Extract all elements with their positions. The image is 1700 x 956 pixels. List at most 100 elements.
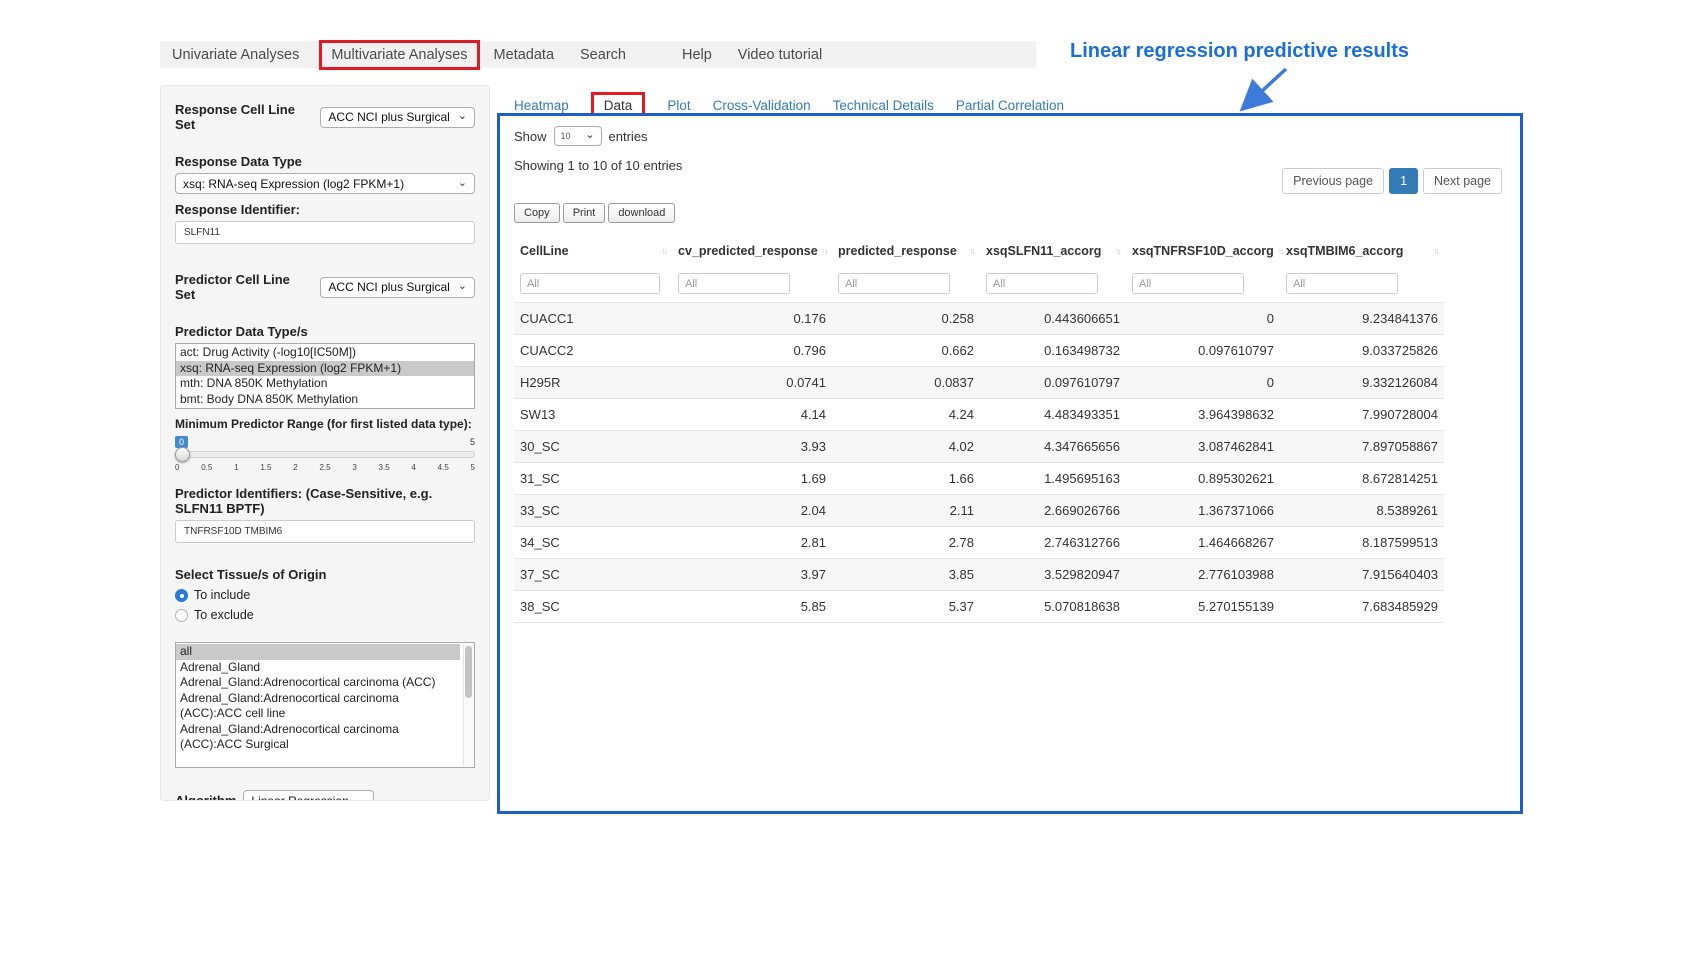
list-option-dna-methylation[interactable]: mth: DNA 850K Methylation [176, 376, 474, 392]
cell-value: 1.464668267 [1126, 527, 1280, 559]
filter-input-xsqtnfrsf10d[interactable] [1132, 273, 1244, 294]
predictor-cell-line-set-select[interactable]: ACC NCI plus Surgical ⌄ [320, 277, 475, 298]
response-identifier-input[interactable] [175, 221, 475, 244]
cell-value: 0.097610797 [1126, 335, 1280, 367]
entries-label: entries [609, 129, 648, 144]
next-page-button[interactable]: Next page [1423, 168, 1502, 194]
list-option-rnaseq-expression[interactable]: xsq: RNA-seq Expression (log2 FPKM+1) [176, 361, 474, 377]
column-header-predicted-response[interactable]: predicted_response ↑↓ [832, 237, 980, 265]
nav-search[interactable]: Search [580, 47, 626, 63]
slider-handle[interactable] [175, 447, 190, 462]
cell-value: 0.796 [672, 335, 832, 367]
response-identifier-section: Response Identifier: [175, 202, 475, 244]
tissue-option-acc-cell-line[interactable]: Adrenal_Gland:Adrenocortical carcinoma (… [176, 691, 460, 722]
print-button[interactable]: Print [563, 203, 606, 223]
tissue-option-all[interactable]: all [176, 644, 460, 660]
cell-value: 5.270155139 [1126, 591, 1280, 623]
tab-plot[interactable]: Plot [667, 98, 690, 113]
radio-row-include[interactable]: To include [175, 588, 475, 602]
results-table: CellLine↑↓ cv_predicted_response↑↓ predi… [514, 237, 1444, 623]
scrollbar [463, 644, 473, 766]
filter-input-predicted-response[interactable] [838, 273, 950, 294]
tab-technical-details[interactable]: Technical Details [833, 98, 934, 113]
cell-line-name: H295R [514, 367, 672, 399]
selected-value: ACC NCI plus Surgical [328, 280, 449, 294]
column-header-xsqslfn11[interactable]: xsqSLFN11_accorg↑↓ [980, 237, 1126, 265]
column-label: predicted_response [838, 244, 957, 258]
cell-value: 5.070818638 [980, 591, 1126, 623]
response-cell-line-set-select[interactable]: ACC NCI plus Surgical ⌄ [320, 107, 475, 128]
tab-cross-validation[interactable]: Cross-Validation [713, 98, 811, 113]
predictor-data-types-section: Predictor Data Type/s act: Drug Activity… [175, 324, 475, 409]
cell-value: 0.097610797 [980, 367, 1126, 399]
nav-univariate-analyses[interactable]: Univariate Analyses [172, 47, 299, 63]
entries-count-select[interactable]: 10 ⌄ [554, 126, 602, 146]
slider-tick-label: 1.5 [260, 463, 271, 472]
min-predictor-range-label: Minimum Predictor Range (for first liste… [175, 417, 475, 432]
cell-value: 8.672814251 [1280, 463, 1444, 495]
pagination: Previous page 1 Next page [1282, 168, 1502, 194]
sort-icon: ↑↓ [969, 246, 974, 256]
copy-button[interactable]: Copy [514, 203, 560, 223]
slider-track[interactable] [175, 451, 475, 458]
scrollbar-thumb[interactable] [465, 646, 472, 698]
list-option-body-dna-methylation[interactable]: bmt: Body DNA 850K Methylation [176, 392, 474, 408]
filter-input-cv-predicted-response[interactable] [678, 273, 790, 294]
radio-selected-icon[interactable] [175, 589, 188, 602]
column-header-xsqtnfrsf10d[interactable]: xsqTNFRSF10D_accorg↑↓ [1126, 237, 1280, 265]
cell-value: 1.367371066 [1126, 495, 1280, 527]
cell-value: 3.85 [832, 559, 980, 591]
radio-row-exclude[interactable]: To exclude [175, 608, 475, 622]
filter-input-cellline[interactable] [520, 273, 660, 294]
column-header-cv-predicted-response[interactable]: cv_predicted_response↑↓ [672, 237, 832, 265]
nav-help[interactable]: Help [682, 47, 712, 63]
predictor-data-type-listbox: act: Drug Activity (-log10[IC50M]) xsq: … [175, 343, 475, 409]
filter-input-xsqtmbim6[interactable] [1286, 273, 1398, 294]
list-option-drug-activity[interactable]: act: Drug Activity (-log10[IC50M]) [176, 345, 474, 361]
cell-line-name: 34_SC [514, 527, 672, 559]
column-label: xsqTNFRSF10D_accorg [1132, 244, 1274, 258]
predictor-cell-line-set-row: Predictor Cell Line Set ACC NCI plus Sur… [175, 272, 475, 302]
cell-line-name: CUACC2 [514, 335, 672, 367]
results-panel: Show 10 ⌄ entries Showing 1 to 10 of 10 … [497, 113, 1523, 814]
sort-icon: ↑↓ [822, 246, 827, 256]
previous-page-button[interactable]: Previous page [1282, 168, 1384, 194]
cell-value: 8.187599513 [1280, 527, 1444, 559]
cell-line-name: SW13 [514, 399, 672, 431]
cell-value: 2.776103988 [1126, 559, 1280, 591]
tab-heatmap[interactable]: Heatmap [514, 98, 569, 113]
cell-value: 4.02 [832, 431, 980, 463]
tissue-option-acc[interactable]: Adrenal_Gland:Adrenocortical carcinoma (… [176, 675, 460, 691]
min-predictor-range-slider: 0 5 00.511.522.533.544.55 [175, 435, 475, 472]
nav-metadata[interactable]: Metadata [494, 47, 554, 63]
cell-value: 3.529820947 [980, 559, 1126, 591]
table-row: 34_SC2.812.782.7463127661.4646682678.187… [514, 527, 1444, 559]
sort-icon: ↑↓ [1433, 246, 1438, 256]
column-label: CellLine [520, 244, 569, 258]
column-header-cellline[interactable]: CellLine↑↓ [514, 237, 672, 265]
radio-unselected-icon[interactable] [175, 609, 188, 622]
page-number-button[interactable]: 1 [1389, 168, 1418, 194]
cell-value: 1.66 [832, 463, 980, 495]
slider-tick-label: 4.5 [438, 463, 449, 472]
selected-value: Linear Regression [251, 794, 348, 802]
tab-data[interactable]: Data [604, 98, 633, 113]
algorithm-select[interactable]: Linear Regression ⌄ [243, 790, 374, 801]
cell-value: 2.669026766 [980, 495, 1126, 527]
chevron-down-icon: ⌄ [357, 795, 366, 802]
slider-tick-label: 2 [293, 463, 297, 472]
tissue-option-adrenal-gland[interactable]: Adrenal_Gland [176, 660, 460, 676]
response-data-type-select[interactable]: xsq: RNA-seq Expression (log2 FPKM+1) ⌄ [175, 173, 475, 194]
nav-video-tutorial[interactable]: Video tutorial [738, 47, 822, 63]
nav-multivariate-analyses[interactable]: Multivariate Analyses [331, 47, 467, 63]
predictor-identifiers-input[interactable] [175, 520, 475, 543]
tab-partial-correlation[interactable]: Partial Correlation [956, 98, 1064, 113]
column-header-xsqtmbim6[interactable]: xsqTMBIM6_accorg↑↓ [1280, 237, 1444, 265]
filter-input-xsqslfn11[interactable] [986, 273, 1098, 294]
download-button[interactable]: download [608, 203, 675, 223]
slider-tick-label: 0 [175, 463, 179, 472]
selected-value: xsq: RNA-seq Expression (log2 FPKM+1) [183, 177, 404, 191]
tissue-option-acc-surgical[interactable]: Adrenal_Gland:Adrenocortical carcinoma (… [176, 722, 460, 753]
slider-tick-labels: 00.511.522.533.544.55 [175, 463, 475, 472]
table-row: 37_SC3.973.853.5298209472.7761039887.915… [514, 559, 1444, 591]
